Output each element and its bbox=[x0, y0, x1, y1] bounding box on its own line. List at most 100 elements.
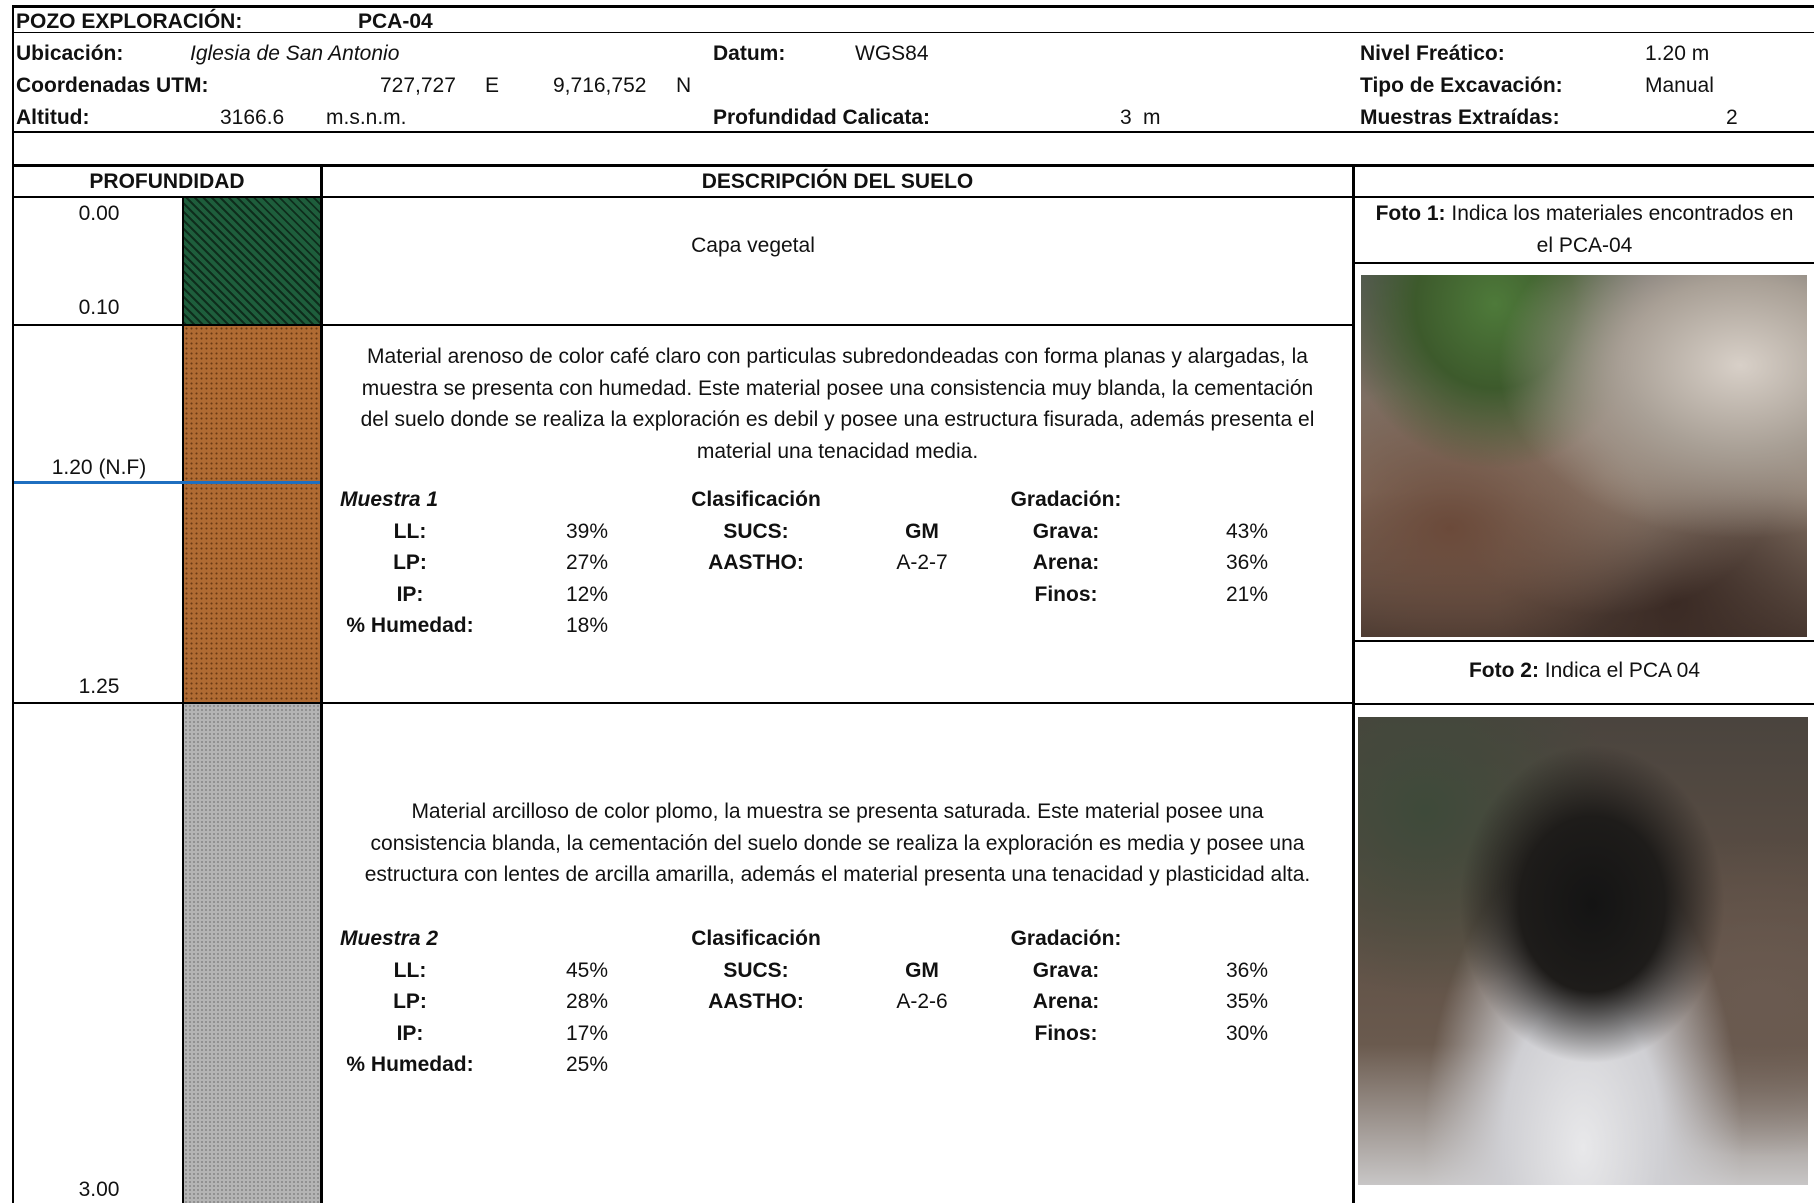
muestra1-sucs-label: SUCS: bbox=[723, 520, 789, 543]
descripcion-header: DESCRIPCIÓN DEL SUELO bbox=[701, 170, 974, 193]
muestra1-humedad-label: % Humedad: bbox=[346, 614, 474, 637]
muestra2-finos-label: Finos: bbox=[1034, 1022, 1098, 1045]
foto2-caption-top-line bbox=[1354, 640, 1814, 642]
foto1-text: Indica los materiales encontrados en bbox=[1445, 202, 1794, 225]
muestra1-lp-value: 27% bbox=[566, 551, 609, 574]
foto2-label: Foto 2: bbox=[1468, 659, 1539, 682]
profundidad-header: PROFUNDIDAD bbox=[89, 170, 245, 193]
muestra1-gradacion-title: Gradación: bbox=[1010, 488, 1122, 511]
depth-label-0-00: 0.00 bbox=[78, 202, 120, 225]
muestra2-finos-value: 30% bbox=[1226, 1022, 1269, 1045]
header-bottom-line bbox=[12, 131, 1814, 133]
foto1-image bbox=[1361, 275, 1807, 637]
foto1-label: Foto 1: bbox=[1375, 202, 1446, 225]
muestra1-arena-value: 36% bbox=[1226, 551, 1269, 574]
nivel-freatico-line bbox=[14, 481, 320, 484]
layer2-description: Material arenoso de color café claro con… bbox=[323, 341, 1352, 467]
foto2-image bbox=[1358, 717, 1808, 1185]
material-arcilloso-swatch bbox=[184, 704, 320, 1203]
altitud-label: Altitud: bbox=[16, 106, 90, 129]
ubicacion-label: Ubicación: bbox=[16, 42, 124, 65]
muestra2-ll-value: 45% bbox=[566, 959, 609, 982]
muestra1-sucs-value: GM bbox=[905, 520, 939, 543]
tipo-excavacion-value: Manual bbox=[1645, 74, 1714, 97]
muestra2-gradacion-title: Gradación: bbox=[1010, 927, 1122, 950]
muestra2-humedad-label: % Humedad: bbox=[346, 1053, 474, 1076]
foto2-text: Indica el PCA 04 bbox=[1538, 659, 1701, 682]
muestra1-finos-label: Finos: bbox=[1034, 583, 1098, 606]
tipo-excavacion-label: Tipo de Excavación: bbox=[1360, 74, 1563, 97]
layer3-description-line: estructura con lentes de arcilla amarill… bbox=[364, 863, 1311, 886]
muestra2-aastho-value: A-2-6 bbox=[896, 990, 948, 1013]
muestras-extraidas-label: Muestras Extraídas: bbox=[1360, 106, 1560, 129]
altitud-value: 3166.6 bbox=[220, 106, 285, 129]
muestra2-arena-label: Arena: bbox=[1032, 990, 1100, 1013]
muestra2-grava-value: 36% bbox=[1226, 959, 1269, 982]
layer3-description-line: Material arcilloso de color plomo, la mu… bbox=[411, 800, 1264, 823]
muestra2-ip-label: IP: bbox=[396, 1022, 424, 1045]
depth-label-1-25: 1.25 bbox=[78, 675, 120, 698]
header-row-line bbox=[12, 32, 1814, 33]
muestra1-aastho-value: A-2-7 bbox=[896, 551, 948, 574]
material-arenoso-swatch bbox=[184, 326, 320, 702]
pozo-value: PCA-04 bbox=[358, 10, 433, 33]
border-top bbox=[12, 5, 1814, 8]
foto1-caption-line1: Foto 1: Indica los materiales encontrado… bbox=[1355, 203, 1814, 224]
datum-value: WGS84 bbox=[855, 42, 929, 65]
muestra1-grava-value: 43% bbox=[1226, 520, 1269, 543]
capa-vegetal-description: Capa vegetal bbox=[691, 234, 815, 257]
depth-label-nivel-freatico: 1.20 (N.F) bbox=[51, 456, 147, 479]
foto2-caption-bottom-line bbox=[1354, 703, 1814, 705]
muestra2-sucs-label: SUCS: bbox=[723, 959, 789, 982]
layer3-description: Material arcilloso de color plomo, la mu… bbox=[323, 796, 1352, 891]
capa-vegetal-swatch bbox=[184, 198, 320, 324]
ubicacion-value: Iglesia de San Antonio bbox=[190, 42, 400, 65]
layer2-description-line: del suelo donde se realiza la exploració… bbox=[360, 408, 1315, 431]
layer2-description-line: muestra se presenta con humedad. Este ma… bbox=[361, 376, 1314, 400]
muestra1-lp-label: LP: bbox=[393, 551, 427, 574]
muestra2-lp-value: 28% bbox=[566, 990, 609, 1013]
profundidad-calicata-unit: m bbox=[1143, 106, 1161, 129]
table-top-line bbox=[12, 164, 1814, 167]
photos-column-line bbox=[1352, 164, 1355, 1203]
muestra1-grava-label: Grava: bbox=[1032, 520, 1100, 543]
muestra2-sucs-value: GM bbox=[905, 959, 939, 982]
muestra1-ll-label: LL: bbox=[393, 520, 427, 543]
muestra2-title: Muestra 2 bbox=[340, 927, 439, 950]
muestra2-aastho-label: AASTHO: bbox=[708, 990, 804, 1013]
muestra1-ip-label: IP: bbox=[396, 583, 424, 606]
muestra1-ip-value: 12% bbox=[566, 583, 609, 606]
layer2-description-line: Material arenoso de color café claro con… bbox=[367, 345, 1308, 368]
profundidad-column-line bbox=[320, 164, 323, 1203]
muestra1-ll-value: 39% bbox=[566, 520, 609, 543]
depth-label-3-00: 3.00 bbox=[78, 1178, 120, 1201]
muestra2-ip-value: 17% bbox=[566, 1022, 609, 1045]
datum-label: Datum: bbox=[713, 42, 786, 65]
muestra1-title: Muestra 1 bbox=[340, 488, 439, 511]
coordenada-e-value: 727,727 bbox=[380, 74, 456, 97]
nivel-freatico-label: Nivel Freático: bbox=[1360, 42, 1505, 65]
muestra2-lp-label: LP: bbox=[393, 990, 427, 1013]
profundidad-calicata-value: 3 bbox=[1120, 106, 1132, 129]
muestra2-arena-value: 35% bbox=[1226, 990, 1269, 1013]
foto1-caption-line2: el PCA-04 bbox=[1536, 234, 1633, 257]
nivel-freatico-value: 1.20 m bbox=[1645, 42, 1710, 65]
coordenada-e-unit: E bbox=[485, 74, 500, 97]
altitud-unit: m.s.n.m. bbox=[326, 106, 407, 129]
foto1-caption-line bbox=[1354, 262, 1814, 264]
muestra2-grava-label: Grava: bbox=[1032, 959, 1100, 982]
foto2-caption: Foto 2: Indica el PCA 04 bbox=[1355, 660, 1814, 681]
depth-label-0-10: 0.10 bbox=[78, 296, 120, 319]
muestra2-clasificacion-title: Clasificación bbox=[691, 927, 821, 950]
muestra1-aastho-label: AASTHO: bbox=[708, 551, 804, 574]
layer3-description-line: consistencia blanda, la cementación del … bbox=[370, 831, 1305, 855]
layer2-description-line: material una tenacidad media. bbox=[696, 439, 979, 463]
muestras-extraidas-value: 2 bbox=[1726, 106, 1738, 129]
muestra1-humedad-value: 18% bbox=[566, 614, 609, 637]
coordenadas-label: Coordenadas UTM: bbox=[16, 74, 209, 97]
muestra2-humedad-value: 25% bbox=[566, 1053, 609, 1076]
muestra1-clasificacion-title: Clasificación bbox=[691, 488, 821, 511]
soil-column-left-line bbox=[182, 198, 184, 1203]
coordenada-n-unit: N bbox=[676, 74, 692, 97]
profundidad-calicata-label: Profundidad Calicata: bbox=[713, 106, 931, 129]
